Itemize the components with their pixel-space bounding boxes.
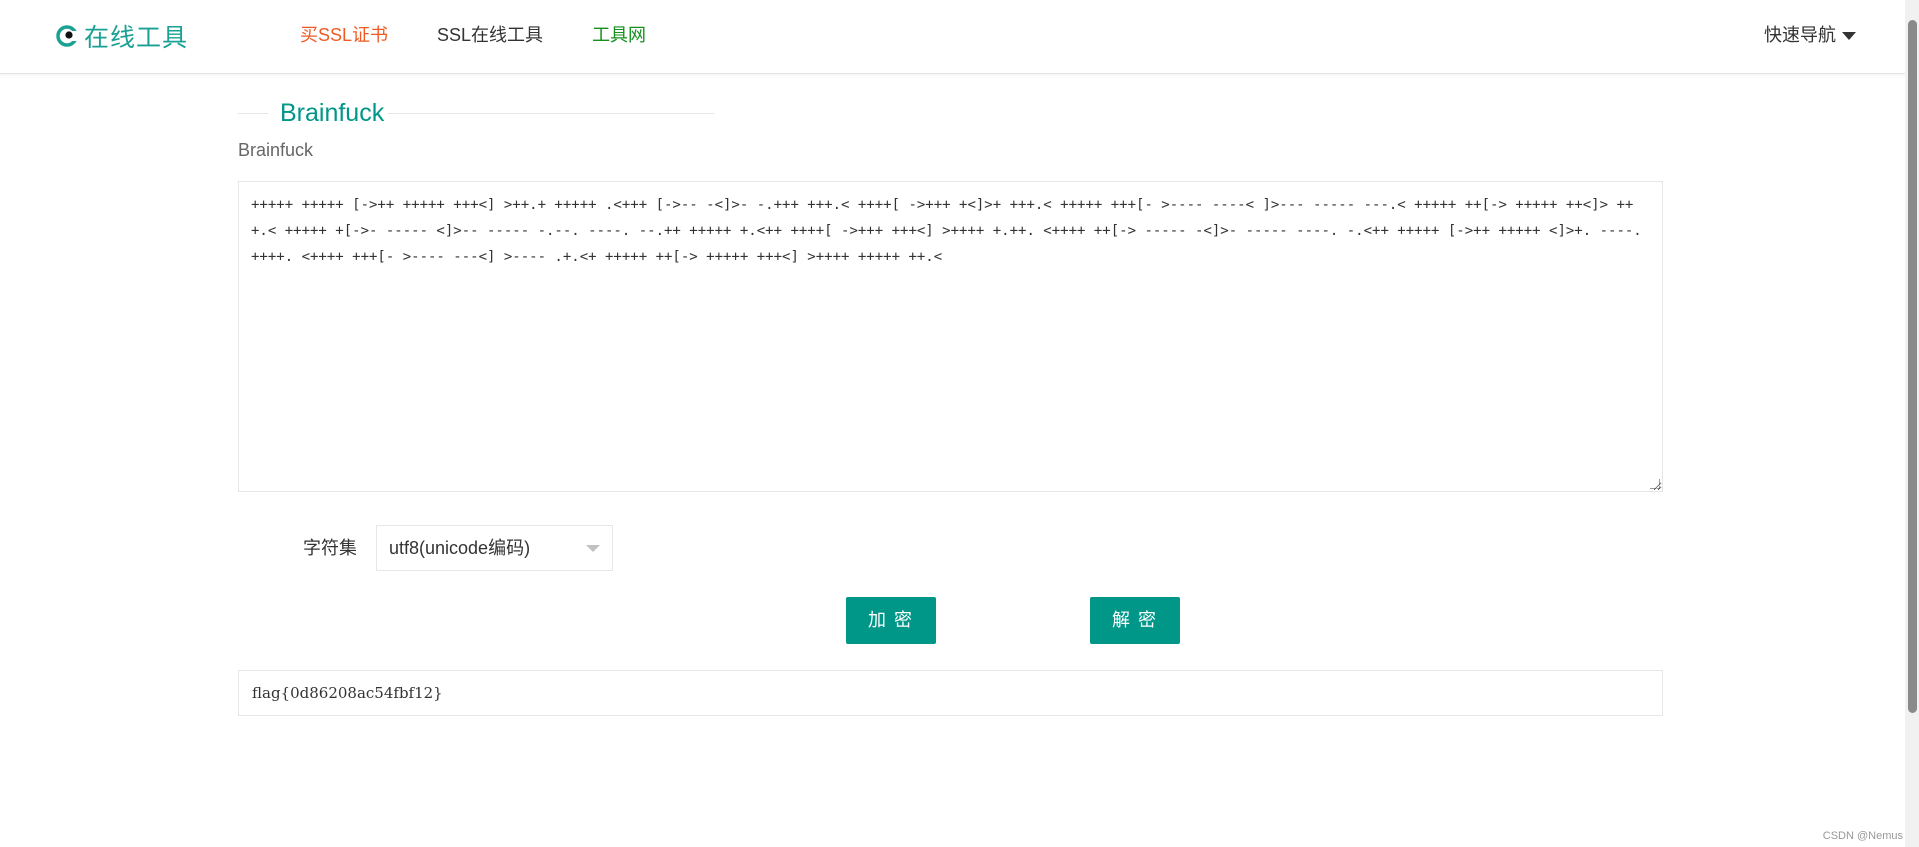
legend-line-left	[238, 113, 268, 114]
charset-selected-value: utf8(unicode编码)	[389, 538, 531, 558]
main-nav: 买SSL证书 SSL在线工具 工具网	[300, 22, 695, 48]
scrollbar-thumb[interactable]	[1908, 20, 1917, 713]
section-subtitle: Brainfuck	[238, 140, 314, 160]
top-header: 在线工具 买SSL证书 SSL在线工具 工具网 快速导航	[0, 0, 1905, 74]
input-textarea[interactable]: +++++ +++++ [->++ +++++ +++<] >++.+ ++++…	[238, 181, 1663, 492]
select-caret-icon	[586, 545, 600, 552]
caret-down-icon	[1842, 32, 1856, 40]
input-text: +++++ +++++ [->++ +++++ +++<] >++.+ ++++…	[251, 197, 1642, 265]
charset-label: 字符集	[303, 538, 357, 558]
site-logo[interactable]: 在线工具	[56, 20, 188, 52]
eye-logo-icon	[56, 25, 78, 47]
resize-handle-icon[interactable]	[1650, 479, 1660, 489]
decrypt-button[interactable]: 解密	[1090, 597, 1180, 644]
page-scrollbar[interactable]	[1905, 0, 1919, 847]
output-field[interactable]: flag{0d86208ac54fbf12}	[238, 670, 1663, 716]
watermark: CSDN @Nemus	[1822, 830, 1903, 842]
encrypt-button[interactable]: 加密	[846, 597, 936, 644]
section-legend: Brainfuck	[238, 96, 714, 130]
quick-nav-label: 快速导航	[1764, 25, 1836, 45]
charset-select[interactable]: utf8(unicode编码)	[376, 525, 613, 571]
quick-nav-dropdown[interactable]: 快速导航	[1764, 22, 1856, 48]
nav-link-buy-ssl[interactable]: 买SSL证书	[300, 22, 388, 48]
nav-link-ssl-tools[interactable]: SSL在线工具	[437, 22, 543, 48]
logo-text: 在线工具	[84, 24, 189, 52]
nav-link-tool-site[interactable]: 工具网	[592, 22, 646, 48]
output-text: flag{0d86208ac54fbf12}	[252, 684, 443, 702]
page-title: Brainfuck	[276, 96, 389, 130]
legend-line-right	[388, 113, 714, 114]
